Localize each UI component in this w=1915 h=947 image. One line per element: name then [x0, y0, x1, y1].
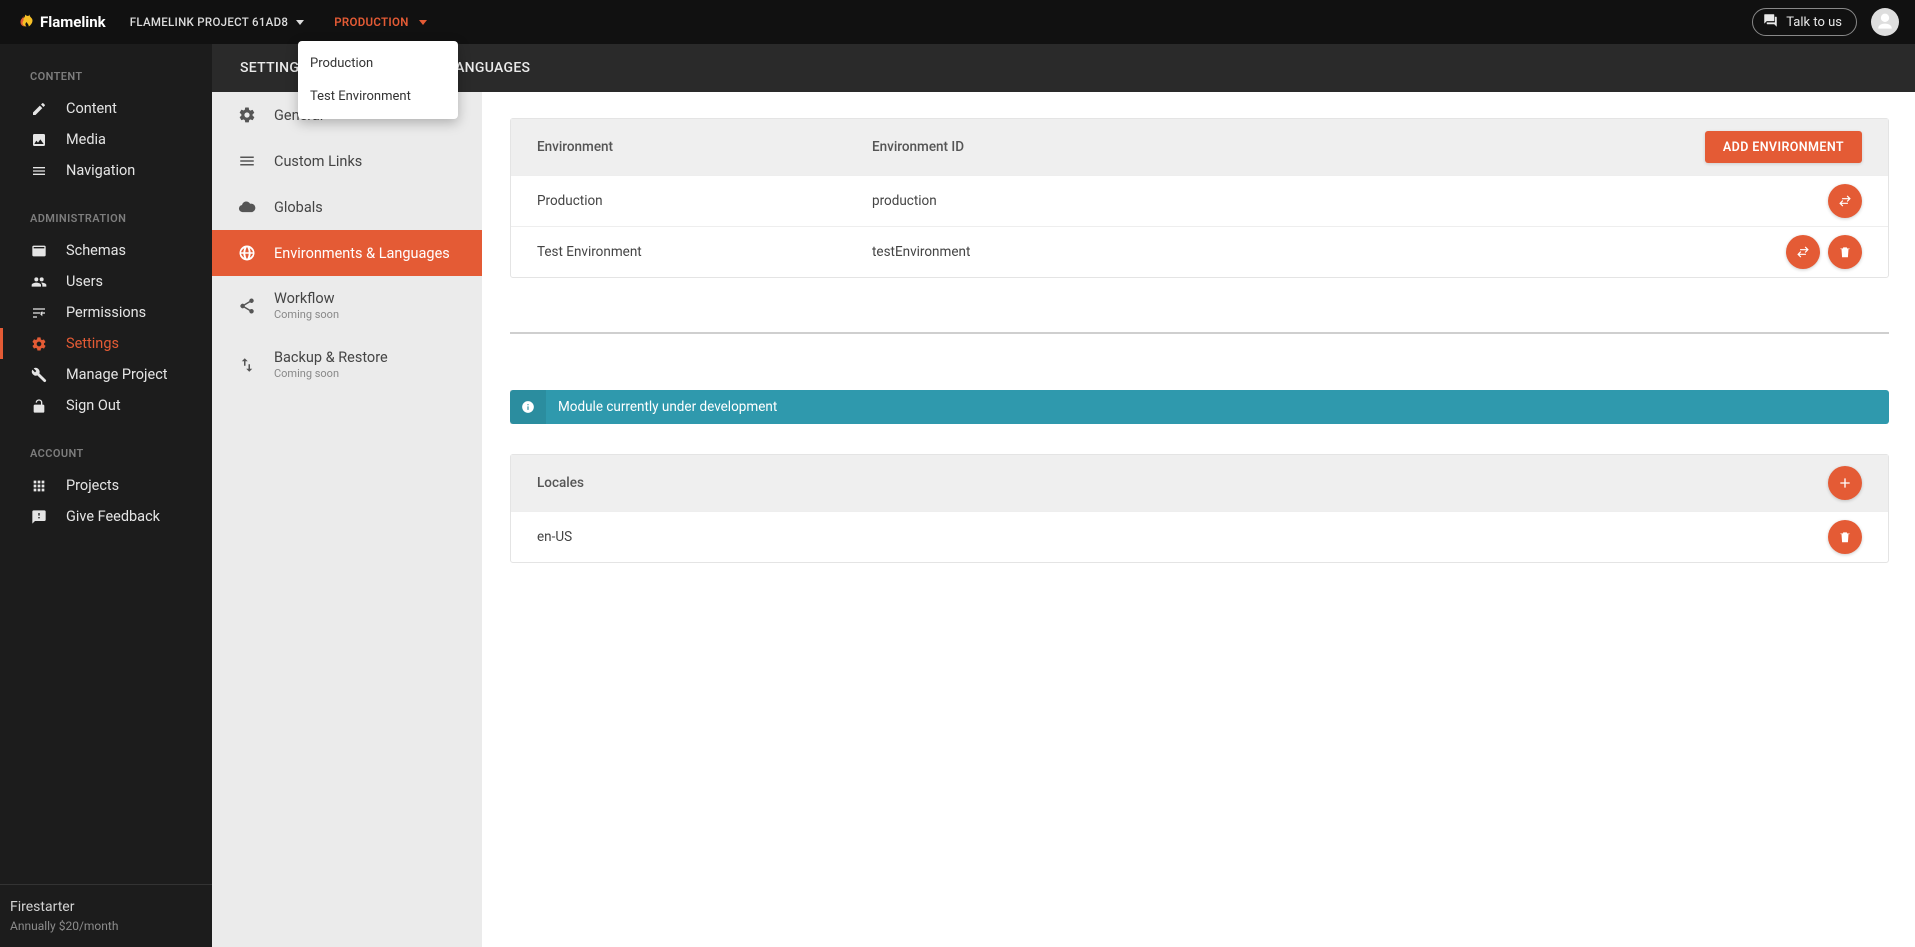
list-icon [238, 152, 256, 170]
sidebar-footer: Firestarter Annually $20/month [0, 884, 212, 947]
users-icon [30, 274, 48, 290]
cloud-icon [238, 198, 256, 216]
content-area: Environment Environment ID ADD ENVIRONME… [482, 92, 1915, 947]
card-icon [30, 243, 48, 259]
environments-card: Environment Environment ID ADD ENVIRONME… [510, 118, 1889, 278]
settings-tab-globals[interactable]: Globals [212, 184, 482, 230]
sidebar-item-settings[interactable]: Settings [0, 328, 212, 359]
environments-table-header: Environment Environment ID ADD ENVIRONME… [511, 119, 1888, 175]
gear-icon [30, 336, 48, 352]
env-id: production [872, 193, 937, 209]
sidebar-item-permissions[interactable]: Permissions [0, 297, 212, 328]
col-environment: Environment [537, 139, 872, 155]
chevron-down-icon [419, 20, 427, 25]
add-environment-button[interactable]: ADD ENVIRONMENT [1705, 131, 1862, 163]
info-banner: Module currently under development [510, 390, 1889, 424]
plan-name: Firestarter [10, 899, 202, 915]
wrench-icon [30, 367, 48, 383]
sidebar-section-content: CONTENT [0, 44, 212, 93]
globe-icon [238, 244, 256, 262]
swap-icon-button[interactable] [1828, 184, 1862, 218]
user-avatar[interactable] [1871, 8, 1899, 36]
swap-icon-button[interactable] [1786, 235, 1820, 269]
talk-label: Talk to us [1786, 15, 1842, 30]
delete-icon-button[interactable] [1828, 235, 1862, 269]
grid-icon [30, 478, 48, 494]
settings-tab-workflow[interactable]: WorkflowComing soon [212, 276, 482, 335]
env-row-production: Production production [511, 175, 1888, 226]
talk-to-us-button[interactable]: Talk to us [1752, 8, 1857, 36]
delete-icon-button[interactable] [1828, 520, 1862, 554]
lock-icon [30, 398, 48, 414]
sidebar-item-media[interactable]: Media [0, 124, 212, 155]
locales-card: Locales en-US [510, 454, 1889, 563]
chevron-down-icon [296, 20, 304, 25]
settings-nav: General Custom Links Globals Environment… [212, 92, 482, 947]
env-row-test: Test Environment testEnvironment [511, 226, 1888, 277]
environment-current: PRODUCTION [334, 15, 408, 29]
sidebar-item-projects[interactable]: Projects [0, 470, 212, 501]
sidebar-item-signout[interactable]: Sign Out [0, 390, 212, 421]
sidebar-item-feedback[interactable]: Give Feedback [0, 501, 212, 532]
settings-tab-custom-links[interactable]: Custom Links [212, 138, 482, 184]
settings-tab-backup[interactable]: Backup & RestoreComing soon [212, 335, 482, 394]
flame-icon [16, 13, 34, 31]
env-name: Production [537, 193, 872, 209]
project-name: FLAMELINK PROJECT 61AD8 [130, 15, 289, 29]
info-icon [510, 390, 546, 424]
env-name: Test Environment [537, 244, 872, 260]
sidebar: CONTENT Content Media Navigation ADMINIS… [0, 44, 212, 947]
col-environment-id: Environment ID [872, 139, 964, 155]
sidebar-item-users[interactable]: Users [0, 266, 212, 297]
env-option-test[interactable]: Test Environment [298, 80, 458, 113]
locale-value: en-US [537, 529, 572, 545]
environment-dropdown[interactable]: PRODUCTION [334, 15, 426, 29]
sliders-icon [30, 305, 48, 321]
swap-vert-icon [238, 356, 256, 374]
sidebar-section-admin: ADMINISTRATION [0, 186, 212, 235]
menu-icon [30, 163, 48, 179]
sidebar-item-manage-project[interactable]: Manage Project [0, 359, 212, 390]
sidebar-section-account: ACCOUNT [0, 421, 212, 470]
add-locale-button[interactable] [1828, 466, 1862, 500]
plan-price: Annually $20/month [10, 919, 202, 933]
env-id: testEnvironment [872, 244, 970, 260]
feedback-icon [30, 509, 48, 525]
locales-title: Locales [537, 475, 584, 491]
locale-row: en-US [511, 511, 1888, 562]
gear-icon [238, 106, 256, 124]
breadcrumb-bar: SETTINGS - ENVIRONMENTS & LANGUAGES [212, 44, 1915, 92]
share-icon [238, 297, 256, 315]
locales-header: Locales [511, 455, 1888, 511]
info-text: Module currently under development [546, 399, 777, 415]
environment-dropdown-menu: Production Test Environment [298, 41, 458, 119]
topbar: Flamelink FLAMELINK PROJECT 61AD8 PRODUC… [0, 0, 1915, 44]
brand-name: Flamelink [40, 13, 106, 31]
sidebar-item-navigation[interactable]: Navigation [0, 155, 212, 186]
settings-tab-environments[interactable]: Environments & Languages [212, 230, 482, 276]
project-dropdown[interactable]: FLAMELINK PROJECT 61AD8 [130, 15, 305, 29]
divider [510, 332, 1889, 334]
image-icon [30, 132, 48, 148]
env-option-production[interactable]: Production [298, 47, 458, 80]
chat-icon [1763, 13, 1778, 32]
sidebar-item-schemas[interactable]: Schemas [0, 235, 212, 266]
pencil-icon [30, 101, 48, 117]
sidebar-item-content[interactable]: Content [0, 93, 212, 124]
brand-logo: Flamelink [16, 13, 106, 31]
